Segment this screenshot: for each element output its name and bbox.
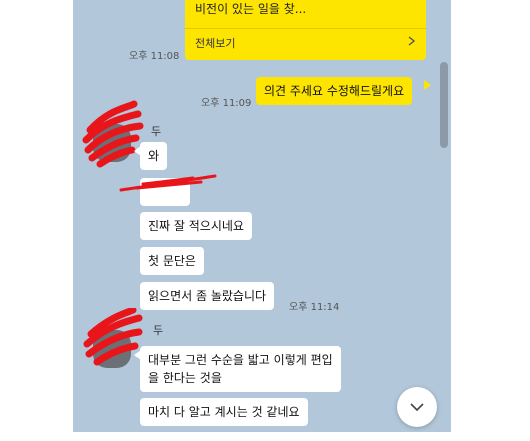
bubble-tail xyxy=(134,146,141,156)
my-bubble-tail xyxy=(424,80,431,90)
message-bubble[interactable]: 와 xyxy=(140,142,168,170)
chevron-right-icon xyxy=(408,36,416,46)
sender-name-partial: 두 xyxy=(153,324,164,337)
message-timestamp: 오후 11:14 xyxy=(289,302,340,313)
chevron-down-icon xyxy=(410,403,424,412)
card-timestamp: 오후 11:08 xyxy=(129,51,180,62)
redaction-scribble xyxy=(119,174,217,192)
view-all-link[interactable]: 전체보기 xyxy=(195,35,235,51)
message-bubble[interactable]: 대부분 그런 수순을 밟고 이렇게 편입 을 한다는 것을 xyxy=(140,346,341,392)
input-area-edge xyxy=(73,432,451,441)
message-bubble[interactable]: 첫 문단은 xyxy=(140,247,204,275)
card-divider xyxy=(185,28,426,29)
scrollbar-thumb[interactable] xyxy=(440,62,448,148)
card-snippet: 비전이 있는 일을 찾... xyxy=(195,2,307,16)
sender-name-partial: 두 xyxy=(151,125,162,138)
message-bubble[interactable]: 읽으면서 좀 놀랐습니다 xyxy=(140,282,275,310)
my-message-bubble[interactable]: 의견 주세요 수정해드릴게요 xyxy=(256,77,413,105)
scroll-to-bottom-button[interactable] xyxy=(397,387,437,427)
message-line: 을 한다는 것을 xyxy=(148,371,222,385)
my-message-timestamp: 오후 11:09 xyxy=(201,98,252,109)
bubble-tail xyxy=(134,350,141,360)
message-line: 대부분 그런 수순을 밟고 이렇게 편입 xyxy=(148,353,333,367)
redaction-scribble xyxy=(82,100,144,168)
message-bubble[interactable]: 마치 다 알고 계시는 것 같네요 xyxy=(140,398,308,426)
message-bubble[interactable]: 진짜 잘 적으시네요 xyxy=(140,212,252,240)
shared-post-card[interactable]: 비전이 있는 일을 찾... 전체보기 xyxy=(185,0,426,60)
chat-window: 비전이 있는 일을 찾... 전체보기 오후 11:08 오후 11:09 의견… xyxy=(73,0,451,441)
